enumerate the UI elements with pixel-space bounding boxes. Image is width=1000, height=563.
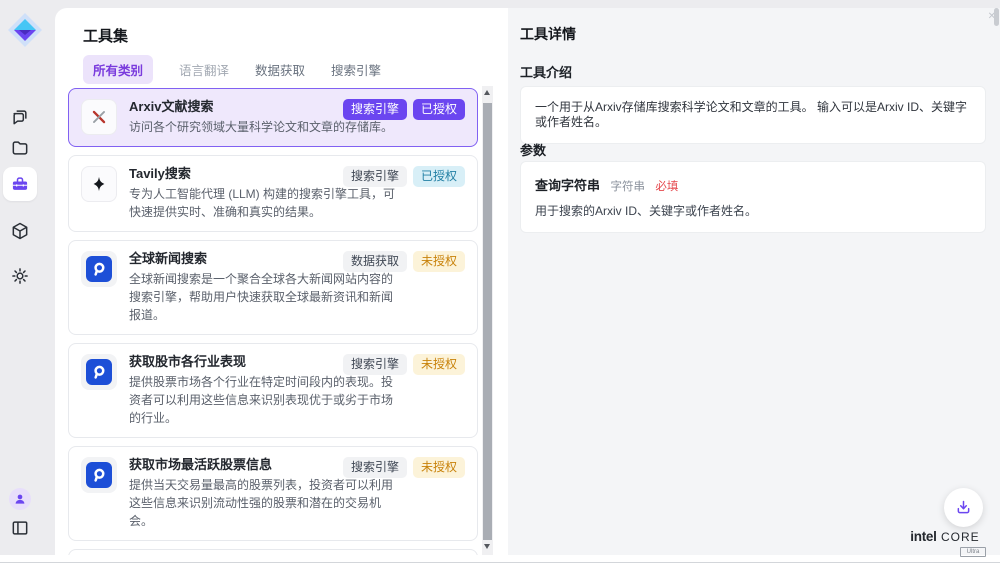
tool-description: 专为人工智能代理 (LLM) 构建的搜索引擎工具，可快速提供实时、准确和真实的结… xyxy=(129,185,395,221)
parameter-type: 字符串 xyxy=(610,181,645,193)
brand-secondary: CORE xyxy=(941,530,980,544)
sidebar-item-toolbox[interactable] xyxy=(3,167,37,201)
parameter-name: 查询字符串 xyxy=(535,178,600,193)
tab-search-engine[interactable]: 搜索引擎 xyxy=(331,60,381,79)
tool-card-most-active-stocks[interactable]: 获取市场最活跃股票信息 提供当天交易量最高的股票列表，投资者可以利用这些信息来识… xyxy=(68,446,478,541)
list-scrollbar[interactable] xyxy=(482,86,493,555)
auth-status-badge: 已授权 xyxy=(413,166,465,187)
intro-heading: 工具介绍 xyxy=(520,62,572,81)
panel-toggle-icon[interactable] xyxy=(10,518,30,538)
blue-search-app-icon xyxy=(81,354,117,390)
scroll-up-arrow-icon[interactable] xyxy=(484,90,490,95)
settings-gear-icon[interactable] xyxy=(10,266,30,286)
sparkle-star-icon xyxy=(81,166,117,202)
required-badge: 必填 xyxy=(655,181,678,193)
arxiv-x-icon xyxy=(81,99,117,135)
category-tabs: 所有类别 语言翻译 数据获取 搜索引擎 xyxy=(83,55,381,84)
auth-status-badge: 未授权 xyxy=(413,251,465,272)
category-badge: 数据获取 xyxy=(343,251,407,272)
auth-status-badge: 已授权 xyxy=(413,99,465,120)
chat-icon[interactable] xyxy=(10,107,30,127)
tool-card-tavily[interactable]: Tavily搜索 专为人工智能代理 (LLM) 构建的搜索引擎工具，可快速提供实… xyxy=(68,155,478,232)
download-button[interactable] xyxy=(944,488,983,527)
user-icon xyxy=(13,492,27,506)
intro-text: 一个用于从Arxiv存储库搜索科学论文和文章的工具。 输入可以是Arxiv ID… xyxy=(535,100,971,130)
scroll-down-arrow-icon[interactable] xyxy=(484,544,490,549)
category-badge: 搜索引擎 xyxy=(343,166,407,187)
category-badge: 搜索引擎 xyxy=(343,99,407,120)
app-logo xyxy=(6,11,44,49)
blue-search-app-icon xyxy=(81,457,117,493)
tool-card-sector-performance[interactable]: 获取股市各行业表现 提供股票市场各个行业在特定时间段内的表现。投资者可以利用这些… xyxy=(68,343,478,438)
cube-icon[interactable] xyxy=(10,221,30,241)
tab-data-fetch[interactable]: 数据获取 xyxy=(255,60,305,79)
parameter-card: 查询字符串 字符串 必填 用于搜索的Arxiv ID、关键字或作者姓名。 xyxy=(520,161,986,233)
params-heading: 参数 xyxy=(520,140,546,159)
page-scrollbar[interactable] xyxy=(994,8,999,26)
tab-all-categories[interactable]: 所有类别 xyxy=(83,55,153,84)
tab-language-translation[interactable]: 语言翻译 xyxy=(179,60,229,79)
left-sidebar xyxy=(0,0,55,563)
toolbox-icon xyxy=(10,174,30,194)
folder-icon[interactable] xyxy=(10,138,30,158)
category-badge: 搜索引擎 xyxy=(343,457,407,478)
brand-badge: Ultra xyxy=(960,547,986,557)
blue-search-app-icon xyxy=(81,251,117,287)
tool-description: 全球新闻搜索是一个聚合全球各大新闻网站内容的搜索引擎，帮助用户快速获取全球最新资… xyxy=(129,270,395,324)
brand-primary: intel xyxy=(910,529,936,544)
tool-description: 提供当天交易量最高的股票列表，投资者可以利用这些信息来识别流动性强的股票和潜在的… xyxy=(129,476,395,530)
tool-description: 提供股票市场各个行业在特定时间段内的表现。投资者可以利用这些信息来识别表现优于或… xyxy=(129,373,395,427)
detail-title: 工具详情 xyxy=(520,24,576,44)
intel-core-logo: intel CORE Ultra xyxy=(900,528,990,557)
page-title: 工具集 xyxy=(83,25,128,46)
category-badge: 搜索引擎 xyxy=(343,354,407,375)
tool-detail-panel: ✕ 工具详情 工具介绍 一个用于从Arxiv存储库搜索科学论文和文章的工具。 输… xyxy=(508,8,1000,555)
auth-status-badge: 未授权 xyxy=(413,354,465,375)
main-panel: 工具集 所有类别 语言翻译 数据获取 搜索引擎 Arxiv文献搜索 访问各个研究… xyxy=(55,8,1000,555)
tool-list: Arxiv文献搜索 访问各个研究领域大量科学论文和文章的存储库。 搜索引擎 已授… xyxy=(68,88,478,555)
bottom-bar xyxy=(0,555,1000,563)
scrollbar-thumb[interactable] xyxy=(483,103,492,540)
user-avatar[interactable] xyxy=(9,488,31,510)
tool-description: 访问各个研究领域大量科学论文和文章的存储库。 xyxy=(129,118,393,136)
auth-status-badge: 未授权 xyxy=(413,457,465,478)
tool-card-arxiv[interactable]: Arxiv文献搜索 访问各个研究领域大量科学论文和文章的存储库。 搜索引擎 已授… xyxy=(68,88,478,147)
parameter-description: 用于搜索的Arxiv ID、关键字或作者姓名。 xyxy=(535,204,971,219)
parameter-header: 查询字符串 字符串 必填 xyxy=(535,175,971,195)
tool-card-global-news[interactable]: 全球新闻搜索 全球新闻搜索是一个聚合全球各大新闻网站内容的搜索引擎，帮助用户快速… xyxy=(68,240,478,335)
intro-card: 一个用于从Arxiv存储库搜索科学论文和文章的工具。 输入可以是Arxiv ID… xyxy=(520,86,986,144)
download-icon xyxy=(954,498,973,517)
